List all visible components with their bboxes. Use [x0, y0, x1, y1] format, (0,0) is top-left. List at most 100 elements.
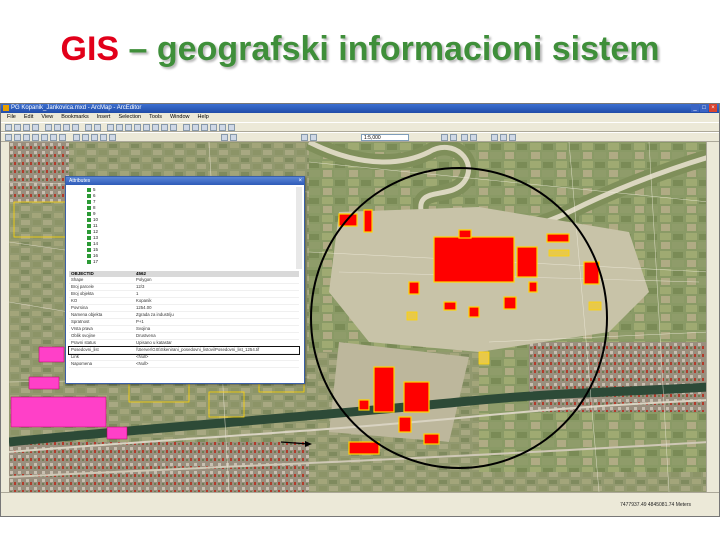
zoom-in-icon[interactable] — [116, 124, 123, 131]
menu-tools[interactable]: Tools — [149, 113, 162, 122]
pan-icon[interactable] — [134, 124, 141, 131]
flicker-icon[interactable] — [509, 134, 516, 141]
feature-icon — [87, 194, 91, 198]
feature-tree[interactable]: 5 6 7 8 9 10 11 12 13 14 15 16 17 — [69, 187, 294, 269]
tree-item[interactable]: 17 — [69, 259, 294, 265]
close-button[interactable]: × — [709, 104, 717, 112]
attribute-row[interactable]: Oblik svojine Drustvena — [69, 333, 299, 340]
snap-icon[interactable] — [461, 134, 468, 141]
zoom-in-tool-icon[interactable] — [14, 134, 21, 141]
attribute-row[interactable]: Vrsta prava Svojina — [69, 326, 299, 333]
menu-insert[interactable]: Insert — [97, 113, 111, 122]
info-icon[interactable] — [91, 134, 98, 141]
cut-icon[interactable] — [45, 124, 52, 131]
sketch-icon[interactable] — [192, 124, 199, 131]
select-icon[interactable] — [5, 134, 12, 141]
layer-prop-icon[interactable] — [230, 134, 237, 141]
attribute-row[interactable]: Napomena <Null> — [69, 361, 299, 368]
print-icon[interactable] — [32, 124, 39, 131]
attribute-value: Polygon — [136, 277, 152, 282]
maximize-button[interactable]: □ — [700, 104, 708, 112]
globe-icon[interactable] — [41, 134, 48, 141]
attribute-value: Drustvena — [136, 333, 156, 338]
tree-item-label: 10 — [93, 217, 99, 222]
scale-select[interactable]: 1:5,000 — [361, 134, 409, 141]
slide-title: GIS – geografski informacioni sistem — [0, 30, 720, 69]
forward-icon[interactable] — [59, 134, 66, 141]
attribute-field: Broj objekta — [71, 291, 94, 296]
attribute-row[interactable]: Link <Null> — [69, 354, 299, 361]
attribute-value: 12/3 — [136, 284, 145, 289]
find-icon[interactable] — [100, 134, 107, 141]
effects-icon[interactable] — [491, 134, 498, 141]
attribute-row[interactable]: Shape Polygon — [69, 277, 299, 284]
topology-icon[interactable] — [470, 134, 477, 141]
measure-icon[interactable] — [161, 124, 168, 131]
tree-item-label: 9 — [93, 211, 96, 216]
hyperlink-icon[interactable] — [170, 124, 177, 131]
clear-selection-icon[interactable] — [82, 134, 89, 141]
text-icon[interactable] — [310, 134, 317, 141]
menu-edit[interactable]: Edit — [24, 113, 33, 122]
attributes-close-icon[interactable]: × — [298, 177, 302, 185]
copy-icon[interactable] — [54, 124, 61, 131]
paste-icon[interactable] — [63, 124, 70, 131]
swipe-icon[interactable] — [500, 134, 507, 141]
editor-icon[interactable] — [183, 124, 190, 131]
zoom-out-tool-icon[interactable] — [23, 134, 30, 141]
menu-help[interactable]: Help — [198, 113, 209, 122]
left-dock — [1, 142, 9, 492]
redo-icon[interactable] — [94, 124, 101, 131]
feature-icon — [87, 224, 91, 228]
attribute-field: Pravni status — [71, 340, 96, 345]
attribute-field: Napomena — [71, 361, 93, 366]
feature-tree-scrollbar[interactable] — [296, 187, 302, 269]
attribute-row[interactable]: KO Kopanik — [69, 298, 299, 305]
undo-icon[interactable] — [85, 124, 92, 131]
status-bar: 7477937.49 4845081.74 Meters — [1, 500, 719, 516]
attribute-row[interactable]: Spratnost P+1 — [69, 319, 299, 326]
pan-tool-icon[interactable] — [32, 134, 39, 141]
feature-icon — [87, 218, 91, 222]
menu-bookmarks[interactable]: Bookmarks — [61, 113, 89, 122]
full-extent-icon[interactable] — [143, 124, 150, 131]
delete-icon[interactable] — [72, 124, 79, 131]
attributes-titlebar[interactable]: Attributes × — [66, 177, 304, 185]
open-icon[interactable] — [14, 124, 21, 131]
menu-file[interactable]: File — [7, 113, 16, 122]
attribute-row[interactable]: Broj objekta 1 — [69, 291, 299, 298]
attribute-row[interactable]: Namena objekta Zgrada za industriju — [69, 312, 299, 319]
tree-item-label: 11 — [93, 223, 98, 228]
identify-icon[interactable] — [152, 124, 159, 131]
layer-icon[interactable] — [221, 134, 228, 141]
arctoolbox-icon[interactable] — [219, 124, 226, 131]
toc-icon[interactable] — [210, 124, 217, 131]
select-features-icon[interactable] — [73, 134, 80, 141]
tree-item-label: 12 — [93, 229, 99, 234]
back-icon[interactable] — [50, 134, 57, 141]
attribute-row[interactable]: Broj parcele 12/3 — [69, 284, 299, 291]
georef2-icon[interactable] — [450, 134, 457, 141]
menu-selection[interactable]: Selection — [118, 113, 141, 122]
attributes-window[interactable]: Attributes × 5 6 7 8 9 10 11 12 13 14 15… — [65, 176, 305, 384]
new-document-icon[interactable] — [5, 124, 12, 131]
zoom-out-icon[interactable] — [125, 124, 132, 131]
menu-window[interactable]: Window — [170, 113, 190, 122]
attribute-field: Broj parcele — [71, 284, 94, 289]
save-icon[interactable] — [23, 124, 30, 131]
status-coordinates: 7477937.49 4845081.74 Meters — [620, 502, 691, 508]
ruler-icon[interactable] — [109, 134, 116, 141]
window-title: PG Kopanik_Jankovica.mxd - ArcMap - ArcE… — [11, 105, 142, 111]
attribute-row[interactable]: Pravni status Upisano u katastar — [69, 340, 299, 347]
attributes-icon[interactable] — [201, 124, 208, 131]
attribute-row-hyperlink[interactable]: Posedovni_list \\Server\GIS\Skenirani_pos… — [68, 346, 300, 355]
minimize-button[interactable]: _ — [691, 104, 699, 112]
add-data-icon[interactable] — [107, 124, 114, 131]
menu-view[interactable]: View — [41, 113, 53, 122]
catalog-icon[interactable] — [228, 124, 235, 131]
draw-icon[interactable] — [301, 134, 308, 141]
attribute-row[interactable]: Povrsina 1254.00 — [69, 305, 299, 312]
arcmap-window: PG Kopanik_Jankovica.mxd - ArcMap - ArcE… — [0, 103, 720, 517]
map-vertical-toolbar[interactable] — [706, 142, 719, 492]
georef-icon[interactable] — [441, 134, 448, 141]
